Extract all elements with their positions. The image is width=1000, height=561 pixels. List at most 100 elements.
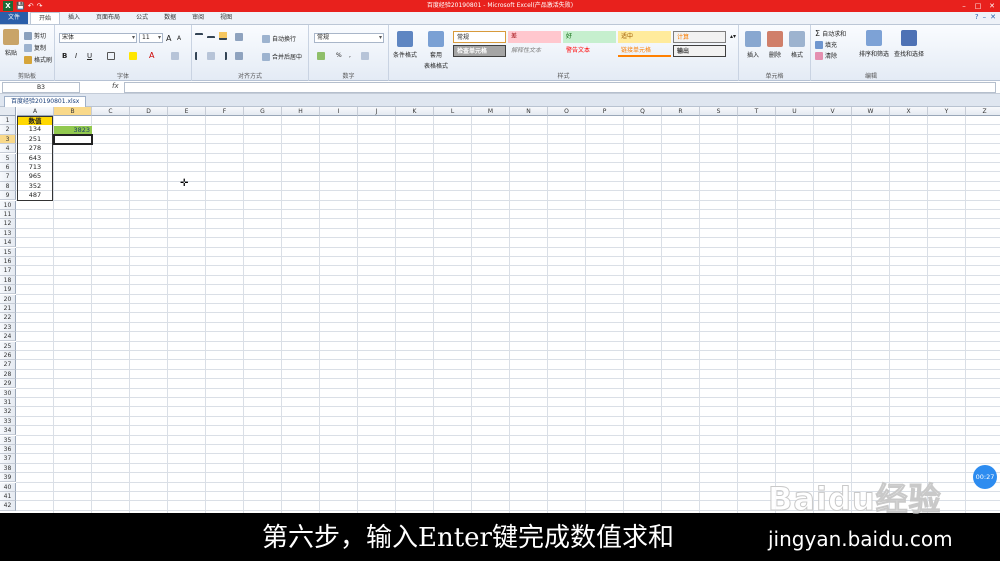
row-header[interactable]: 36 (0, 445, 16, 455)
data-cell[interactable]: 487 (17, 191, 53, 201)
paste-button[interactable]: 粘贴 (3, 29, 19, 57)
align-middle-button[interactable] (207, 33, 215, 40)
active-cell-outline[interactable] (53, 134, 93, 145)
tab-home[interactable]: 开始 (30, 12, 61, 24)
delete-cells-button[interactable]: 删除 (767, 31, 783, 59)
tab-insert[interactable]: 插入 (60, 12, 88, 24)
styles-scroll-icon[interactable]: ▴▾ (730, 33, 736, 40)
row-header[interactable]: 38 (0, 463, 16, 474)
row-header[interactable]: 19 (0, 285, 16, 295)
data-cell[interactable]: 643 (17, 153, 53, 163)
column-header[interactable]: A (17, 107, 54, 116)
column-header[interactable]: B (54, 107, 92, 116)
row-header[interactable]: 7 (0, 172, 16, 182)
column-header[interactable]: X (890, 107, 928, 116)
column-header[interactable]: H (282, 107, 320, 116)
comma-button[interactable]: , (349, 52, 351, 59)
column-header[interactable]: T (738, 107, 776, 116)
column-header[interactable]: G (244, 107, 282, 116)
fill-color-button[interactable] (129, 52, 137, 60)
row-header[interactable]: 27 (0, 360, 16, 370)
column-header[interactable]: U (776, 107, 814, 116)
row-header[interactable]: 32 (0, 407, 16, 417)
style-good[interactable]: 好 (563, 31, 616, 43)
row-header[interactable]: 10 (0, 200, 16, 210)
row-header[interactable]: 15 (0, 247, 16, 257)
column-header[interactable]: Y (928, 107, 966, 116)
number-format-select[interactable]: 常规 (314, 33, 384, 43)
orientation-button[interactable] (235, 33, 243, 41)
grow-font-button[interactable]: A (166, 34, 171, 43)
align-top-button[interactable] (195, 33, 203, 41)
copy-button[interactable]: 复制 (24, 43, 46, 52)
column-header[interactable]: Q (624, 107, 662, 116)
row-header[interactable]: 13 (0, 228, 16, 239)
row-header[interactable]: 37 (0, 454, 16, 464)
find-select-button[interactable]: 查找和选择 (894, 30, 924, 58)
row-header[interactable]: 9 (0, 191, 16, 201)
data-cell[interactable]: 251 (17, 134, 53, 145)
style-warning[interactable]: 警告文本 (563, 45, 616, 57)
column-header[interactable]: P (586, 107, 624, 116)
column-header[interactable]: V (814, 107, 852, 116)
column-header[interactable]: J (358, 107, 396, 116)
row-header[interactable]: 23 (0, 322, 16, 333)
column-header[interactable]: W (852, 107, 890, 116)
font-name-select[interactable]: 宋体 (59, 33, 137, 43)
row-header[interactable]: 34 (0, 426, 16, 436)
row-header[interactable]: 29 (0, 379, 16, 389)
phonetic-button[interactable] (171, 52, 179, 60)
format-as-table-button[interactable]: 套用 表格格式 (424, 31, 448, 70)
fx-icon[interactable]: fx (112, 82, 119, 90)
style-explanatory[interactable]: 解释性文本 (508, 45, 561, 57)
tab-review[interactable]: 审阅 (184, 12, 212, 24)
row-header[interactable]: 42 (0, 501, 16, 511)
column-header[interactable]: I (320, 107, 358, 116)
row-header[interactable]: 25 (0, 341, 16, 351)
column-header[interactable]: L (434, 107, 472, 116)
data-cell[interactable]: 965 (17, 172, 53, 182)
column-header[interactable]: M (472, 107, 510, 116)
format-painter-button[interactable]: 格式刷 (24, 55, 52, 64)
formula-input[interactable] (124, 82, 996, 93)
currency-button[interactable] (317, 52, 325, 60)
data-cell[interactable]: 352 (17, 181, 53, 192)
row-header[interactable]: 31 (0, 398, 16, 408)
row-header[interactable]: 28 (0, 369, 16, 380)
italic-button[interactable]: I (75, 52, 77, 60)
column-header[interactable]: D (130, 107, 168, 116)
style-linked-cell[interactable]: 链接单元格 (618, 45, 671, 57)
style-check-cell[interactable]: 检查单元格 (453, 45, 506, 57)
row-header[interactable]: 35 (0, 435, 16, 445)
style-output[interactable]: 输出 (673, 45, 726, 57)
row-header[interactable]: 22 (0, 313, 16, 323)
align-right-button[interactable] (219, 52, 227, 60)
workbook-tab[interactable]: 百度经验20190801.xlsx (4, 96, 87, 107)
tab-page-layout[interactable]: 页面布局 (88, 12, 128, 24)
column-header[interactable]: R (662, 107, 700, 116)
row-header[interactable]: 21 (0, 304, 16, 314)
style-normal[interactable]: 常规 (453, 31, 506, 43)
fill-button[interactable]: 填充 (815, 40, 837, 49)
bold-button[interactable]: B (62, 52, 67, 60)
row-header[interactable]: 14 (0, 238, 16, 248)
style-bad[interactable]: 差 (508, 31, 561, 43)
row-header[interactable]: 2 (0, 125, 16, 135)
row-header[interactable]: 4 (0, 144, 16, 154)
underline-button[interactable]: U (87, 52, 92, 60)
autosum-button[interactable]: Σ 自动求和 (815, 29, 846, 38)
percent-button[interactable]: % (336, 52, 342, 59)
indent-button[interactable] (235, 52, 243, 60)
data-cell[interactable]: 278 (17, 144, 53, 154)
column-header[interactable]: O (548, 107, 586, 116)
row-header[interactable]: 6 (0, 163, 16, 173)
row-header[interactable]: 18 (0, 275, 16, 286)
close-icon[interactable]: ✕ (986, 0, 998, 12)
decrease-decimal-button[interactable] (361, 52, 369, 60)
ribbon-close-icon[interactable]: ✕ (990, 13, 996, 21)
insert-cells-button[interactable]: 插入 (745, 31, 761, 59)
style-calculation[interactable]: 计算 (673, 31, 726, 43)
row-header[interactable]: 16 (0, 257, 16, 267)
column-header[interactable]: Z (966, 107, 1000, 116)
align-left-button[interactable] (195, 52, 203, 60)
